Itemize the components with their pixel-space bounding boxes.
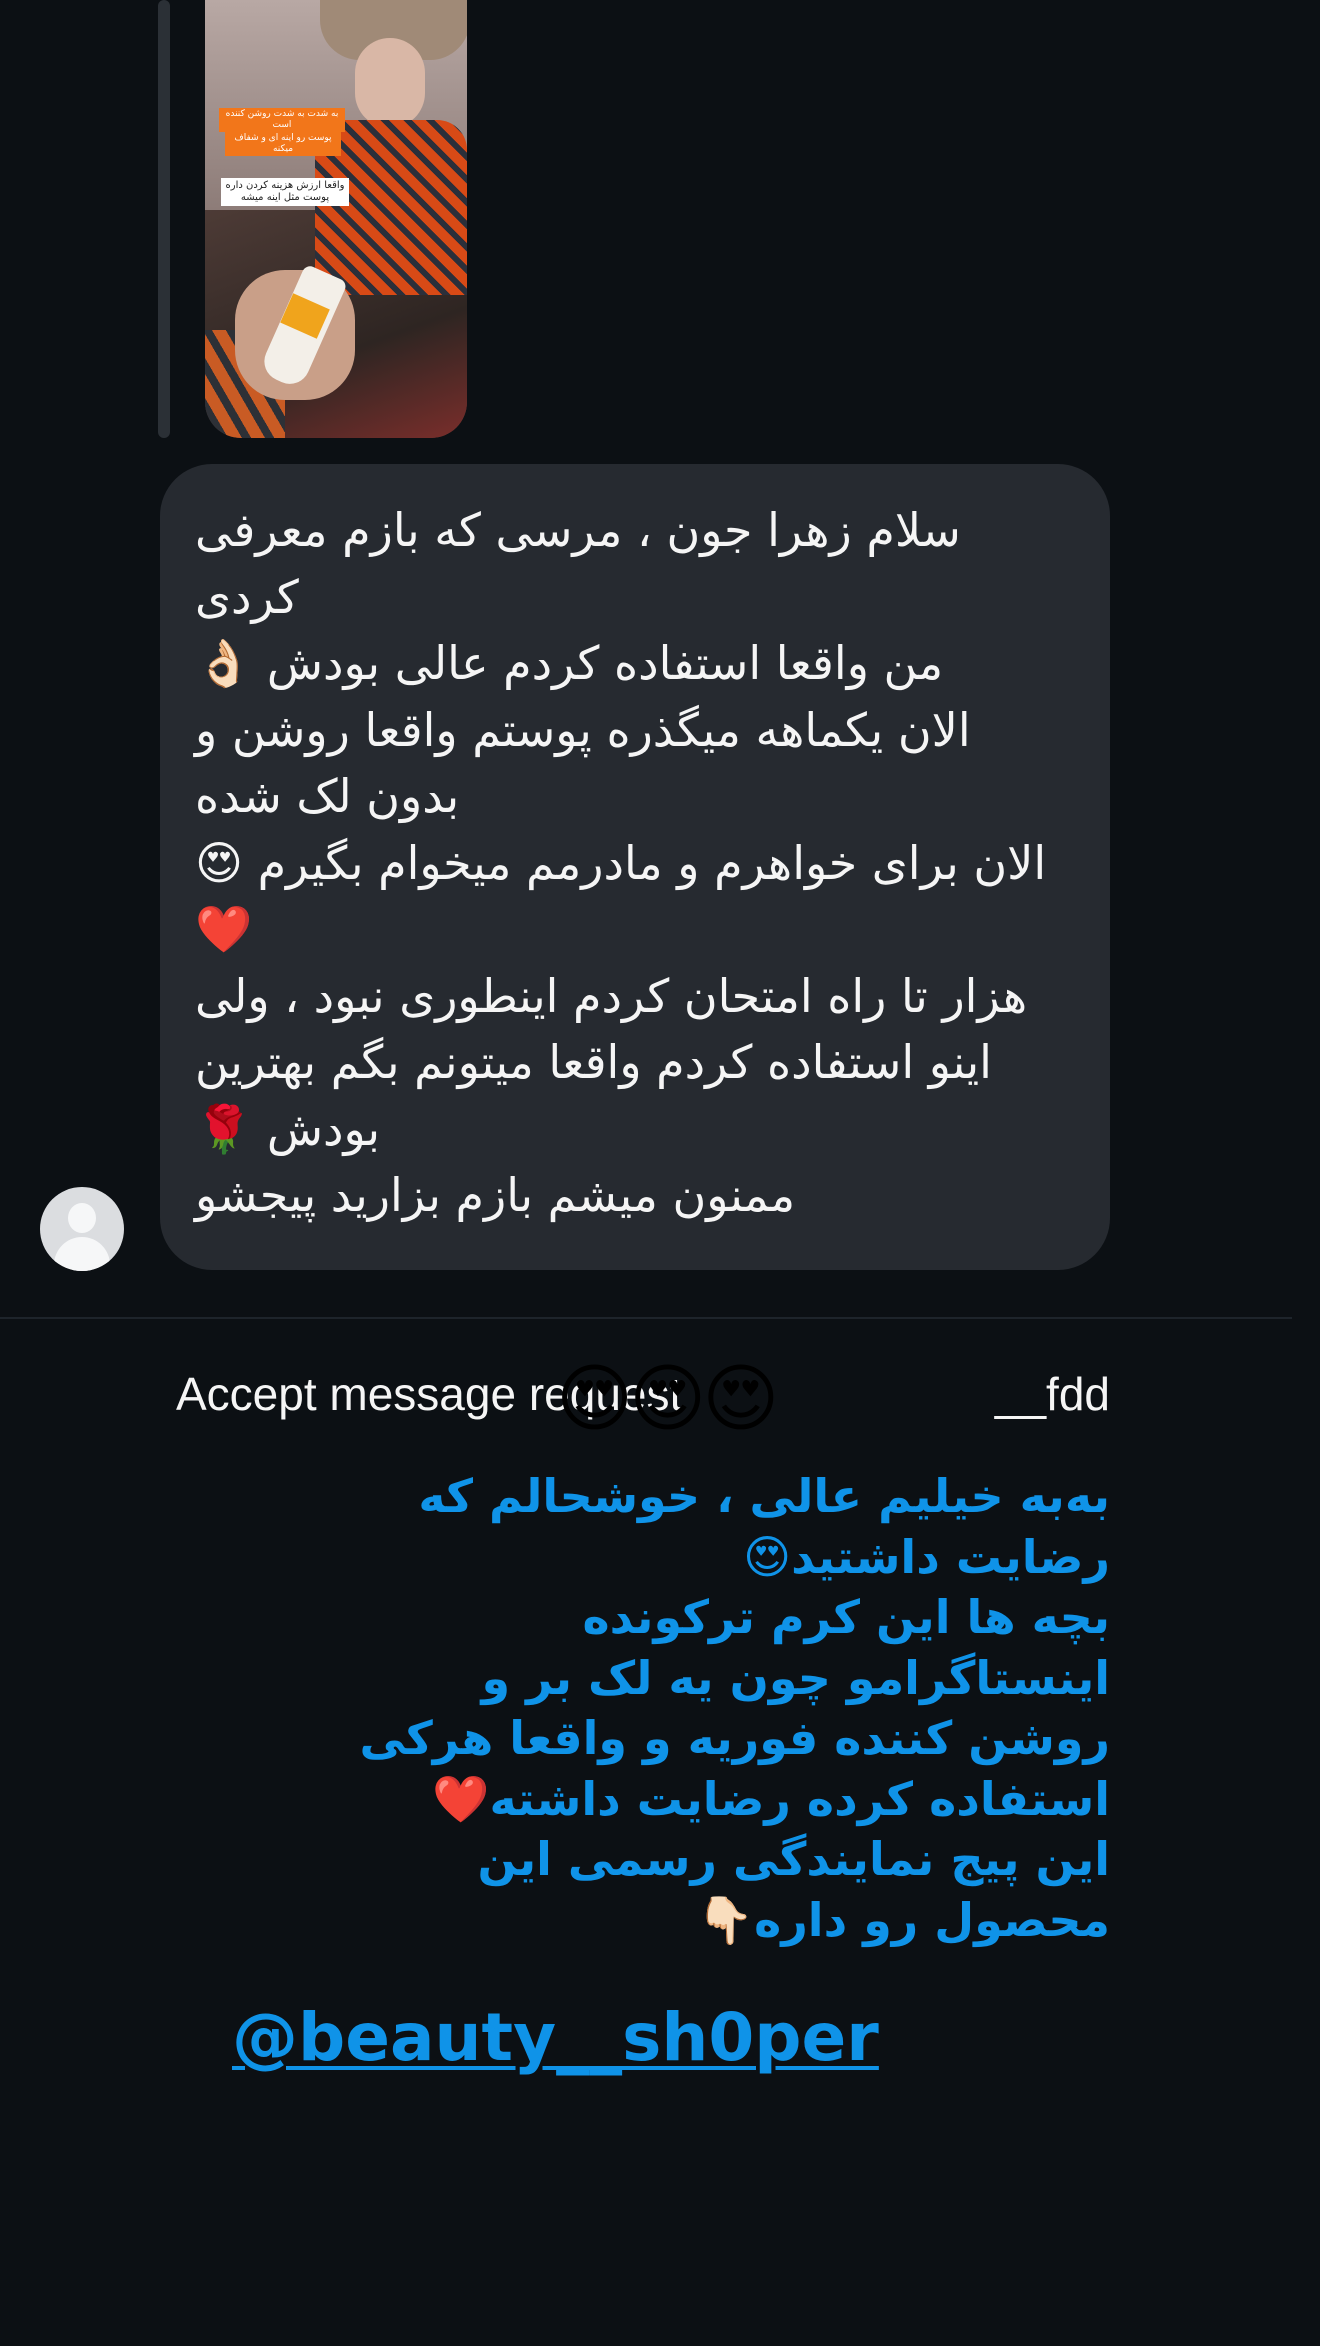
outgoing-reply-message[interactable]: به‌به خیلیم عالی ، خوشحالم که رضایت داشت… bbox=[350, 1466, 1110, 1950]
instagram-handle-link[interactable]: @beauty__sh0per bbox=[232, 1998, 879, 2078]
sender-avatar[interactable] bbox=[40, 1187, 124, 1271]
accept-request-username-fragment: __fdd bbox=[994, 1368, 1110, 1420]
story-overlay-tag-2: پوست رو اینه ای و شفاف میکنه bbox=[225, 132, 341, 156]
story-overlay-tag-1: به شدت به شدت روشن کننده است bbox=[219, 108, 345, 132]
avatar-head-shape bbox=[68, 1203, 96, 1233]
story-thumbnail[interactable]: به شدت به شدت روشن کننده است پوست رو این… bbox=[205, 0, 467, 438]
story-overlay-tag-3: واقعا ارزش هزینه کردن داره پوست مثل اینه… bbox=[221, 178, 349, 206]
incoming-message-bubble[interactable]: سلام زهرا جون ، مرسی که بازم معرفی کردی … bbox=[160, 464, 1110, 1270]
incoming-message-text: سلام زهرا جون ، مرسی که بازم معرفی کردی … bbox=[195, 503, 1047, 1222]
heart-eyes-emoji-reactions: 😍😍😍 bbox=[556, 1356, 779, 1442]
avatar-body-shape bbox=[54, 1237, 110, 1271]
story-reply-indicator-bar bbox=[158, 0, 170, 438]
story-face-shape bbox=[355, 38, 425, 128]
thread-divider bbox=[0, 1317, 1292, 1319]
